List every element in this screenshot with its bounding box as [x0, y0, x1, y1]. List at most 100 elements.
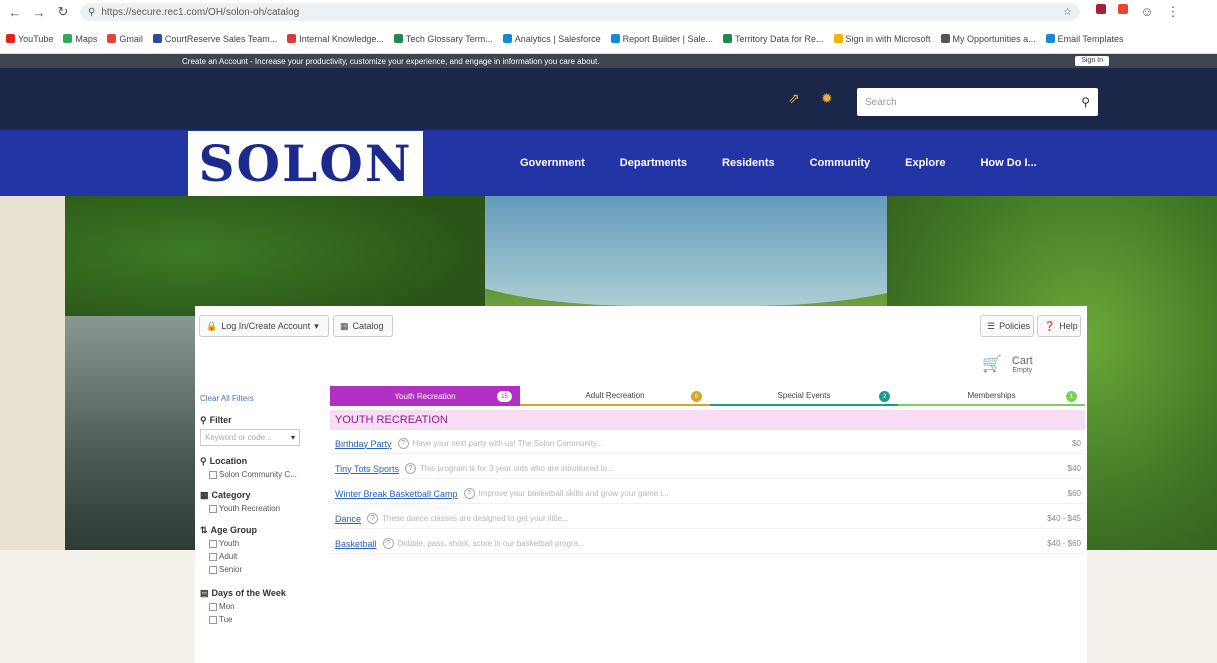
checkbox[interactable] — [209, 565, 217, 574]
days-heading[interactable]: ▤ Days of the Week — [200, 588, 286, 599]
cart-button[interactable]: 🛒 Cart Empty — [982, 349, 1072, 379]
checkbox[interactable] — [209, 552, 217, 561]
catalog-toolbar: 🔒 Log In/Create Account ▾ ▦ Catalog ☰ Po… — [195, 306, 1087, 392]
bookmark[interactable]: Report Builder | Sale... — [610, 34, 713, 44]
search-icon[interactable]: ⚲ — [1081, 95, 1090, 109]
sign-in-button[interactable]: Sign In — [1075, 56, 1109, 66]
bookmark[interactable]: Tech Glossary Term... — [393, 34, 493, 44]
policies-button[interactable]: ☰ Policies — [980, 315, 1034, 337]
results-heading: YOUTH RECREATION — [330, 410, 1085, 430]
age-checkbox[interactable]: Senior — [209, 565, 242, 574]
checkbox[interactable] — [209, 504, 217, 513]
nav-how-do-i[interactable]: How Do I... — [980, 157, 1036, 169]
checkbox[interactable] — [209, 539, 217, 548]
info-icon[interactable]: ? — [405, 463, 417, 474]
tab-memberships[interactable]: Memberships 1 — [898, 386, 1085, 406]
program-link[interactable]: Tiny Tots Sports — [335, 464, 399, 474]
list-item: Basketball ? Dribble, pass, shoot, score… — [330, 534, 1085, 554]
program-price: $40 — [1067, 464, 1081, 473]
extension-icon[interactable] — [1118, 4, 1128, 14]
tab-special-events[interactable]: Special Events 2 — [710, 386, 898, 406]
category-checkbox[interactable]: Youth Recreation — [209, 504, 280, 513]
info-icon[interactable]: ? — [367, 513, 379, 524]
bookmark-icon — [152, 34, 162, 43]
program-description: This program is for 3 year olds who are … — [420, 464, 614, 473]
share-icon[interactable]: ⇗ — [788, 90, 800, 107]
calendar-icon: ▤ — [200, 588, 209, 598]
bookmark[interactable]: Territory Data for Re... — [722, 34, 824, 44]
bookmark[interactable]: YouTube — [6, 34, 53, 44]
bookmark[interactable]: Maps — [63, 34, 97, 44]
info-icon[interactable]: ? — [382, 538, 394, 549]
site-info-icon[interactable]: ⚲ — [88, 7, 95, 18]
nav-departments[interactable]: Departments — [620, 157, 687, 169]
program-link[interactable]: Basketball — [335, 539, 377, 549]
nav-government[interactable]: Government — [520, 157, 585, 169]
tab-adult-recreation[interactable]: Adult Recreation 6 — [520, 386, 710, 406]
salesforce-icon — [1045, 34, 1055, 43]
checkbox[interactable] — [209, 470, 217, 479]
bookmark[interactable]: Email Templates — [1045, 34, 1123, 44]
nav-explore[interactable]: Explore — [905, 157, 945, 169]
search-input[interactable]: Search ⚲ — [857, 88, 1098, 116]
day-checkbox[interactable]: Mon — [209, 602, 235, 611]
tab-youth-recreation[interactable]: Youth Recreation 15 — [330, 386, 520, 406]
age-group-heading[interactable]: ⇅ Age Group — [200, 525, 257, 536]
checkbox[interactable] — [209, 615, 217, 624]
list-item: Tiny Tots Sports ? This program is for 3… — [330, 459, 1085, 479]
menu-icon[interactable]: ⋮ — [1166, 4, 1180, 20]
filter-sidebar: Clear All Filters ⚲ Filter Keyword or cod… — [195, 392, 327, 663]
checkbox[interactable] — [209, 602, 217, 611]
bookmarks-bar: YouTube Maps Gmail CourtReserve Sales Te… — [0, 24, 1217, 54]
back-icon[interactable]: ← — [8, 5, 22, 20]
profile-icon[interactable]: ☺ — [1140, 4, 1154, 20]
login-button[interactable]: 🔒 Log In/Create Account ▾ — [199, 315, 329, 337]
program-price: $40 - $60 — [1047, 539, 1081, 548]
bookmark[interactable]: Gmail — [107, 34, 143, 44]
info-icon[interactable]: ? — [463, 488, 475, 499]
program-link[interactable]: Dance — [335, 514, 361, 524]
day-checkbox[interactable]: Tue — [209, 615, 233, 624]
bookmark-icon — [393, 34, 403, 43]
program-link[interactable]: Winter Break Basketball Camp — [335, 489, 458, 499]
location-heading[interactable]: ⚲ Location — [200, 456, 247, 467]
category-heading[interactable]: ▦ Category — [200, 490, 251, 501]
star-icon[interactable]: ☆ — [1063, 7, 1072, 18]
bookmark[interactable]: Internal Knowledge... — [287, 34, 384, 44]
caret-down-icon[interactable]: ▾ — [291, 433, 295, 442]
nav-community[interactable]: Community — [810, 157, 871, 169]
bookmark[interactable]: Analytics | Salesforce — [502, 34, 601, 44]
location-checkbox[interactable]: Solon Community C... — [209, 470, 297, 479]
catalog-panel: 🔒 Log In/Create Account ▾ ▦ Catalog ☰ Po… — [195, 306, 1087, 663]
page-margin — [1087, 550, 1217, 663]
age-icon: ⇅ — [200, 525, 208, 535]
clear-filters-link[interactable]: Clear All Filters — [200, 394, 254, 403]
catalog-button[interactable]: ▦ Catalog — [333, 315, 393, 337]
age-checkbox[interactable]: Adult — [209, 552, 237, 561]
bookmark-icon — [287, 34, 297, 43]
grid-icon: ▦ — [340, 320, 349, 331]
reload-icon[interactable]: ↻ — [56, 4, 70, 20]
youtube-icon — [6, 34, 15, 43]
address-bar[interactable]: ⚲ https://secure.rec1.com/OH/solon-oh/ca… — [80, 3, 1080, 21]
nav-residents[interactable]: Residents — [722, 157, 775, 169]
bookmark[interactable]: My Opportunities a... — [940, 34, 1036, 44]
solon-logo[interactable]: SOLON — [188, 131, 423, 196]
program-description: Improve your basketball skills and grow … — [478, 489, 669, 498]
keyword-input[interactable]: Keyword or code... ▾ — [200, 429, 300, 446]
list-item: Winter Break Basketball Camp ? Improve y… — [330, 484, 1085, 504]
program-description: These dance classes are designed to get … — [382, 514, 569, 523]
program-price: $60 — [1067, 489, 1081, 498]
bookmark[interactable]: CourtReserve Sales Team... — [152, 34, 277, 44]
bookmark[interactable]: Sign in with Microsoft — [833, 34, 931, 44]
program-link[interactable]: Birthday Party — [335, 439, 392, 449]
program-price: $40 - $45 — [1047, 514, 1081, 523]
search-icon: ⚲ — [200, 415, 207, 425]
extension-icon[interactable] — [1096, 4, 1106, 14]
list-item: Dance ? These dance classes are designed… — [330, 509, 1085, 529]
age-checkbox[interactable]: Youth — [209, 539, 239, 548]
gear-icon[interactable]: ✹ — [821, 90, 833, 107]
forward-icon[interactable]: → — [32, 5, 46, 20]
help-button[interactable]: ❓ Help — [1037, 315, 1081, 337]
info-icon[interactable]: ? — [397, 438, 409, 449]
